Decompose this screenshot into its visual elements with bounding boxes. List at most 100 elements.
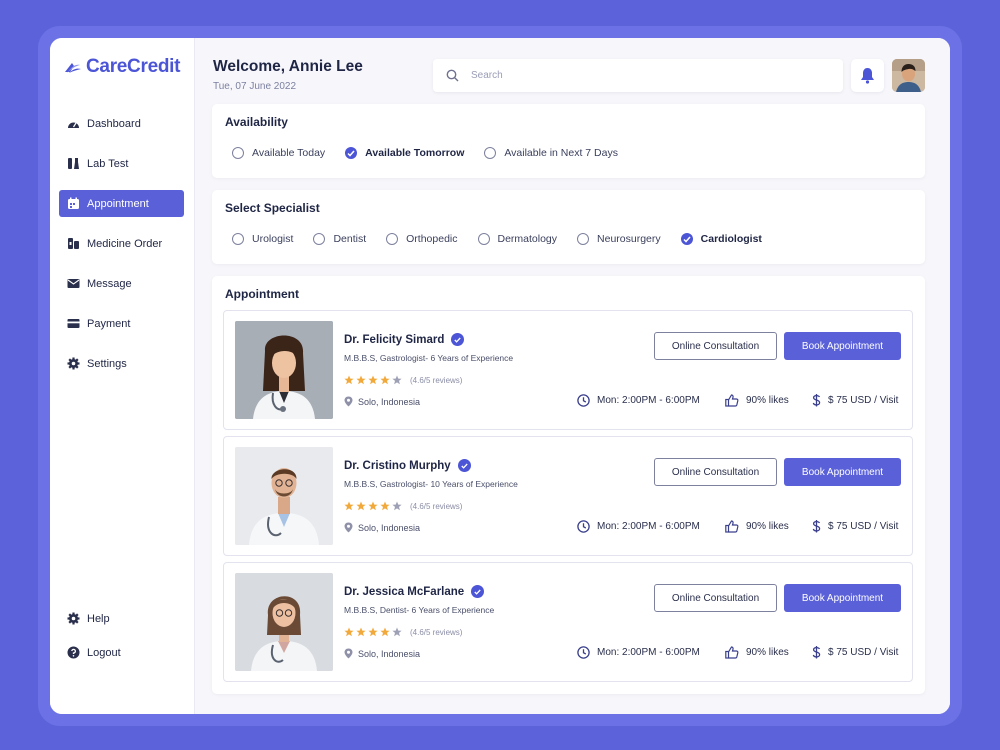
rating-text: (4.6/5 reviews) [410, 375, 463, 385]
brand-name: CareCredit [86, 56, 181, 77]
doctor-card: Dr. Jessica McFarlane M.B.B.S, Dentist- … [223, 562, 913, 682]
radio-label: Orthopedic [406, 233, 458, 245]
rating-text: (4.6/5 reviews) [410, 627, 463, 637]
sidebar-item-lab-test[interactable]: Lab Test [59, 150, 184, 177]
radio-dot [577, 233, 590, 245]
book-appointment-button[interactable]: Book Appointment [784, 458, 901, 486]
bell-icon [861, 68, 874, 84]
radio-label: Neurosurgery [597, 233, 661, 245]
book-appointment-button[interactable]: Book Appointment [784, 584, 901, 612]
book-appointment-button[interactable]: Book Appointment [784, 332, 901, 360]
radio-urologist[interactable]: Urologist [232, 233, 293, 245]
doctor-name[interactable]: Dr. Jessica McFarlane [344, 585, 485, 598]
radio-dot [232, 233, 244, 245]
rating-stars: (4.6/5 reviews) [344, 627, 462, 637]
radio-label: Dermatology [497, 233, 558, 245]
thumbs-up-icon [725, 520, 739, 533]
rating-stars: (4.6/5 reviews) [344, 375, 462, 385]
sidebar-item-label: Payment [87, 317, 131, 330]
star-empty-icon [392, 627, 402, 637]
main-content: Welcome, Annie Lee Tue, 07 June 2022 Ava… [195, 38, 950, 714]
radio-dot [484, 147, 497, 159]
sidebar-item-payment[interactable]: Payment [59, 310, 184, 337]
radio-orthopedic[interactable]: Orthopedic [386, 233, 458, 245]
sidebar-item-settings[interactable]: Settings [59, 350, 184, 377]
doctor-name[interactable]: Dr. Felicity Simard [344, 333, 465, 346]
star-empty-icon [392, 501, 402, 511]
sidebar-item-help[interactable]: Help [59, 605, 184, 632]
doctor-card: Dr. Cristino Murphy M.B.B.S, Gastrologis… [223, 436, 913, 556]
doctor-qualification: M.B.B.S, Gastrologist- 6 Years of Experi… [344, 353, 514, 363]
doctor-price: $ 75 USD / Visit [812, 646, 898, 659]
search-bar[interactable] [433, 59, 843, 92]
app-window: CareCredit Dashboard Lab Test Appointmen… [50, 38, 950, 714]
doctor-schedule: Mon: 2:00PM - 6:00PM [577, 394, 700, 407]
availability-title: Availability [225, 115, 288, 129]
doctor-price: $ 75 USD / Visit [812, 520, 898, 533]
star-icon [368, 627, 378, 637]
star-icon [380, 501, 390, 511]
sidebar-item-label: Appointment [87, 197, 149, 210]
sidebar-bottom-nav: Help Logout [59, 605, 184, 673]
doctor-schedule: Mon: 2:00PM - 6:00PM [577, 646, 700, 659]
radio-available-today[interactable]: Available Today [232, 147, 325, 159]
rating-stars: (4.6/5 reviews) [344, 501, 462, 511]
sidebar-item-dashboard[interactable]: Dashboard [59, 110, 184, 137]
radio-dot [313, 233, 326, 245]
radio-available-next-7-days[interactable]: Available in Next 7 Days [484, 147, 618, 159]
current-date: Tue, 07 June 2022 [213, 81, 297, 92]
calendar-icon [66, 197, 80, 211]
logo-swoosh-icon [65, 63, 81, 73]
online-consultation-button[interactable]: Online Consultation [654, 458, 777, 486]
star-icon [368, 375, 378, 385]
specialist-card: Select Specialist Urologist Dentist Orth… [212, 190, 925, 264]
dashboard-icon [66, 117, 80, 131]
radio-dot [386, 233, 399, 245]
sidebar-item-appointment[interactable]: Appointment [59, 190, 184, 217]
radio-available-tomorrow[interactable]: Available Tomorrow [345, 147, 464, 159]
online-consultation-button[interactable]: Online Consultation [654, 584, 777, 612]
specialist-title: Select Specialist [225, 201, 320, 215]
sidebar-item-label: Message [87, 277, 132, 290]
doctor-likes: 90% likes [725, 394, 789, 407]
appointment-card: Appointment Dr. Felicity Simard M.B.B.S,… [212, 276, 925, 694]
logout-icon [66, 646, 80, 660]
star-icon [368, 501, 378, 511]
doctor-qualification: M.B.B.S, Gastrologist- 10 Years of Exper… [344, 479, 518, 489]
sidebar-item-logout[interactable]: Logout [59, 639, 184, 666]
radio-dentist[interactable]: Dentist [313, 233, 366, 245]
star-icon [380, 627, 390, 637]
sidebar-item-label: Settings [87, 357, 127, 370]
doctor-photo [235, 573, 333, 671]
sidebar-item-label: Help [87, 612, 110, 625]
appointment-title: Appointment [225, 287, 299, 301]
sidebar-item-medicine-order[interactable]: Medicine Order [59, 230, 184, 257]
radio-label: Urologist [252, 233, 294, 245]
sidebar-item-message[interactable]: Message [59, 270, 184, 297]
user-avatar[interactable] [892, 59, 925, 92]
search-input[interactable] [471, 70, 811, 81]
doctor-photo [235, 321, 333, 419]
doctor-schedule: Mon: 2:00PM - 6:00PM [577, 520, 700, 533]
brand-logo[interactable]: CareCredit [64, 56, 180, 78]
star-icon [356, 501, 366, 511]
radio-cardiologist[interactable]: Cardiologist [680, 233, 762, 245]
sidebar-nav: Dashboard Lab Test Appointment Medicine … [59, 110, 184, 390]
page-title: Welcome, Annie Lee [213, 58, 363, 75]
radio-neurosurgery[interactable]: Neurosurgery [577, 233, 661, 245]
specialist-options: Urologist Dentist Orthopedic Dermatology… [232, 233, 782, 245]
notifications-button[interactable] [851, 59, 884, 92]
radio-dot [477, 233, 490, 245]
sidebar: CareCredit Dashboard Lab Test Appointmen… [50, 38, 195, 714]
radio-label: Dentist [333, 233, 367, 245]
check-icon [680, 233, 693, 245]
radio-dermatology[interactable]: Dermatology [477, 233, 558, 245]
verified-badge-icon [457, 459, 471, 472]
doctor-photo [235, 447, 333, 545]
online-consultation-button[interactable]: Online Consultation [654, 332, 777, 360]
doctor-name[interactable]: Dr. Cristino Murphy [344, 459, 471, 472]
star-icon [356, 627, 366, 637]
verified-badge-icon [471, 585, 485, 598]
help-gear-icon [66, 612, 80, 626]
lab-flask-icon [66, 157, 80, 171]
